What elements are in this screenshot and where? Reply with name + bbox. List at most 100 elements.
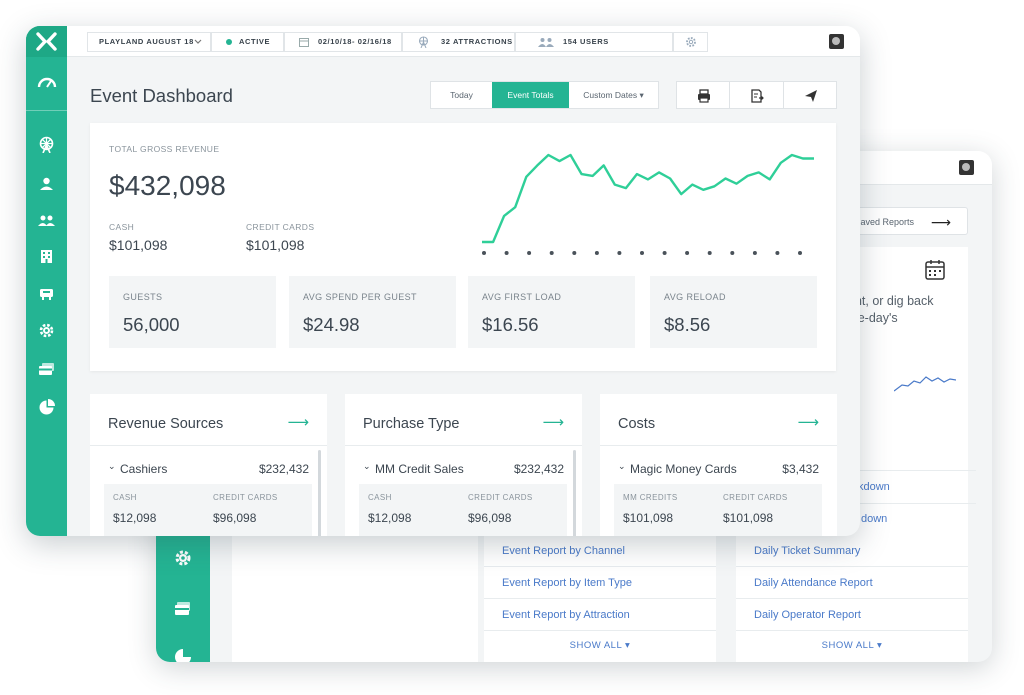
stat-value: $8.56 — [664, 314, 711, 335]
arrow-right-icon: ⟶ — [930, 214, 951, 230]
chevron-down-icon[interactable]: ⌄ — [108, 461, 116, 472]
breakdown-box: MM CREDITS $101,098 CREDIT CARDS $101,09… — [614, 484, 822, 536]
date-range[interactable]: 02/10/18- 02/16/18 — [284, 32, 402, 52]
tab-today[interactable]: Today — [431, 82, 492, 108]
users-icon — [538, 38, 554, 47]
avatar[interactable] — [829, 34, 844, 49]
sidebar — [26, 26, 67, 536]
users-icon[interactable] — [38, 212, 55, 229]
speedometer-icon[interactable] — [37, 73, 57, 90]
export-icon — [751, 89, 765, 103]
chart-line — [482, 153, 814, 244]
stat-avg-reload: AVG RELOAD $8.56 — [650, 276, 817, 348]
report-link-partial-1[interactable]: kdown — [858, 481, 890, 493]
send-button[interactable] — [784, 82, 836, 108]
divider — [600, 445, 837, 446]
cards-icon[interactable] — [38, 360, 55, 377]
report-link[interactable]: Event Report by Item Type — [484, 567, 716, 599]
report-link[interactable]: Daily Attendance Report — [736, 567, 968, 599]
breakdown-value: $101,098 — [623, 511, 674, 525]
show-all-link[interactable]: SHOW ALL ▾ — [484, 631, 716, 661]
sidebar-divider — [26, 110, 67, 111]
gear-icon[interactable] — [38, 322, 55, 339]
scrollbar[interactable] — [318, 450, 321, 536]
chart-x-marker — [752, 251, 757, 255]
pie-chart-icon[interactable] — [38, 399, 55, 416]
stat-value: $16.56 — [482, 314, 539, 335]
chart-x-marker — [707, 251, 712, 255]
credit-cards-value: $101,098 — [246, 237, 305, 253]
intro-text-line1: ent, or dig back — [848, 294, 934, 308]
stat-label: GUESTS — [123, 292, 163, 302]
breakdown-label: CREDIT CARDS — [468, 493, 533, 502]
user-icon[interactable] — [38, 175, 55, 192]
chevron-down-icon[interactable]: ⌄ — [618, 461, 626, 472]
show-all-link[interactable]: SHOW ALL ▾ — [736, 631, 968, 661]
status-label: ACTIVE — [239, 37, 271, 46]
logo-icon[interactable] — [26, 26, 67, 57]
export-button[interactable] — [730, 82, 784, 108]
row-value: $3,432 — [782, 462, 819, 476]
event-selector-label: PLAYLAND AUGUST 18 — [99, 37, 194, 46]
credit-cards-label: CREDIT CARDS — [246, 222, 315, 232]
gear-icon[interactable] — [173, 548, 193, 568]
breakdown-value: $101,098 — [723, 511, 774, 525]
cards-icon[interactable] — [173, 599, 193, 619]
report-link[interactable]: Event Report by Channel — [484, 535, 716, 567]
building-icon[interactable] — [38, 248, 55, 265]
calendar-icon — [925, 260, 945, 280]
row-value: $232,432 — [513, 462, 564, 476]
report-link[interactable]: Event Report by Attraction — [484, 599, 716, 631]
panel-title: Costs — [618, 416, 656, 432]
print-button[interactable] — [677, 82, 731, 108]
chart-x-marker — [662, 251, 667, 255]
row-name: Magic Money Cards — [630, 462, 737, 476]
ferris-wheel-icon[interactable] — [38, 136, 55, 153]
breakdown-box: CASH $12,098 CREDIT CARDS $96,098 — [104, 484, 312, 536]
purchase-type-panel: Purchase Type ⟶ ⌄ MM Credit Sales $232,4… — [345, 394, 582, 536]
breakdown-label: CREDIT CARDS — [213, 493, 278, 502]
stat-value: $24.98 — [303, 314, 360, 335]
stat-avg-spend: AVG SPEND PER GUEST $24.98 — [289, 276, 456, 348]
chart-x-marker — [572, 251, 577, 255]
chart-x-marker — [730, 251, 735, 255]
report-link[interactable]: Daily Ticket Summary — [736, 535, 968, 567]
register-icon[interactable] — [38, 285, 55, 302]
date-range-tabs: Today Event Totals Custom Dates ▾ — [430, 81, 659, 109]
arrow-right-icon[interactable]: ⟶ — [797, 413, 819, 431]
arrow-right-icon[interactable]: ⟶ — [542, 413, 564, 431]
report-link-partial-2[interactable]: down — [861, 513, 887, 525]
printer-icon — [698, 89, 710, 103]
tab-custom-dates[interactable]: Custom Dates ▾ — [569, 82, 658, 108]
chevron-down-icon[interactable]: ⌄ — [363, 461, 371, 472]
chart-x-marker — [594, 251, 599, 255]
avatar[interactable] — [959, 160, 974, 175]
chart-x-marker — [798, 251, 802, 255]
event-selector[interactable]: PLAYLAND AUGUST 18 — [87, 32, 211, 52]
page-title: Event Dashboard — [90, 85, 233, 106]
attractions-count[interactable]: 32 ATTRACTIONS — [402, 32, 515, 52]
arrow-right-icon[interactable]: ⟶ — [287, 413, 309, 431]
status-indicator: ACTIVE — [211, 32, 284, 52]
breakdown-value: $96,098 — [213, 511, 257, 525]
chart-x-marker — [617, 251, 622, 255]
scrollbar[interactable] — [573, 450, 576, 536]
pie-chart-icon[interactable] — [173, 647, 193, 662]
chevron-down-icon — [194, 39, 202, 44]
settings-button[interactable] — [673, 32, 708, 52]
revenue-line-chart — [482, 153, 814, 255]
costs-panel: Costs ⟶ ⌄ Magic Money Cards $3,432 MM CR… — [600, 394, 837, 536]
chart-x-marker — [527, 251, 532, 255]
top-bar: PLAYLAND AUGUST 18 ACTIVE 02/10/18- 02/1… — [67, 26, 860, 57]
divider — [345, 445, 582, 446]
users-count[interactable]: 154 USERS — [515, 32, 673, 52]
event-reports-list: Event Report by Channel Event Report by … — [484, 535, 716, 662]
stat-label: AVG SPEND PER GUEST — [303, 292, 417, 302]
breakdown-box: CASH $12,098 CREDIT CARDS $96,098 — [359, 484, 567, 536]
divider — [90, 445, 327, 446]
send-icon — [804, 90, 817, 102]
chart-x-markers — [482, 251, 802, 255]
report-link[interactable]: Daily Operator Report — [736, 599, 968, 631]
reports-empty-panel — [232, 535, 478, 662]
tab-event-totals[interactable]: Event Totals — [492, 82, 569, 108]
